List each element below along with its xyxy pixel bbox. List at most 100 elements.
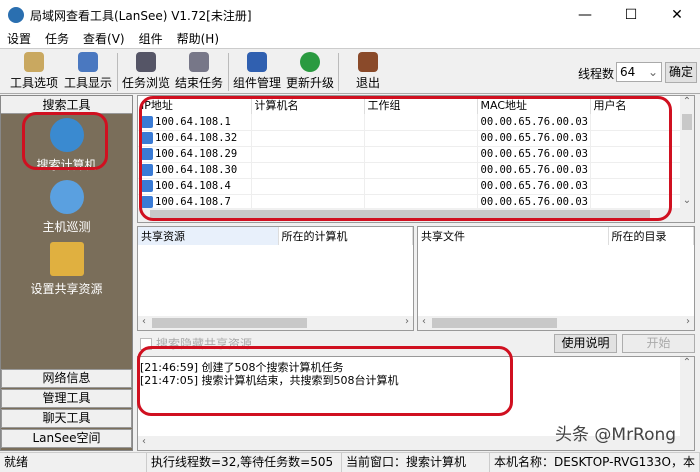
host-cell: 00.00.65.76.00.03 — [477, 162, 591, 179]
label: 搜索计算机 — [36, 158, 97, 172]
host-row[interactable]: 100.64.108.32 00.00.65.76.00.03 — [138, 130, 694, 147]
separator — [117, 53, 118, 91]
shares-list: 共享资源 所在的计算机 ‹ › — [137, 226, 414, 331]
chat-tools-button[interactable]: 聊天工具 — [1, 409, 132, 428]
tool-display-button[interactable]: 工具显示 — [62, 52, 114, 91]
threads-label: 线程数 — [578, 67, 615, 81]
host-probe-item[interactable]: 主机巡测 — [1, 180, 132, 235]
host-cell — [364, 114, 478, 131]
cell-text: 100.64.108.4 — [155, 180, 231, 192]
threads-select[interactable]: 64 ⌄ — [616, 62, 662, 82]
host-table: IP地址 计算机名 工作组 MAC地址 用户名 100.64.108.1 00.00.65.… — [138, 96, 694, 211]
label: 工具选项 — [9, 76, 58, 90]
window-title: 局域网查看工具(LanSee) V1.72[未注册] — [30, 8, 252, 23]
options-icon — [24, 52, 44, 72]
cell-text: 00.00.65.76.00.03 — [480, 164, 588, 176]
host-cell — [251, 130, 365, 147]
host-cell: 100.64.108.32 — [138, 130, 252, 147]
task-browse-button[interactable]: 任务浏览 — [120, 52, 172, 91]
menu-bar: 设置 任务 查看(V) 组件 帮助(H) — [0, 30, 700, 48]
update-button[interactable]: 更新升级 — [284, 52, 336, 91]
cell-text: 100.64.108.29 — [155, 148, 238, 160]
host-cell — [590, 114, 694, 131]
host-cell: 00.00.65.76.00.03 — [477, 114, 591, 131]
close-button[interactable]: ✕ — [654, 0, 700, 30]
computer-icon — [141, 132, 153, 144]
exit-button[interactable]: 退出 — [342, 52, 394, 91]
vertical-scrollbar[interactable]: ⌃ — [680, 357, 694, 436]
col-share-host[interactable]: 所在的计算机 — [278, 227, 413, 245]
separator — [338, 53, 339, 91]
help-button[interactable]: 使用说明 — [554, 334, 617, 353]
host-cell: 100.64.108.1 — [138, 114, 252, 131]
host-cell — [364, 146, 478, 163]
maximize-button[interactable]: ☐ — [608, 0, 654, 30]
exit-icon — [358, 52, 378, 72]
files-list: 共享文件 所在的目录 ‹ › — [417, 226, 695, 331]
host-cell — [590, 178, 694, 195]
col-shared-file[interactable]: 共享文件 — [418, 227, 609, 245]
start-button[interactable]: 开始 — [622, 334, 695, 353]
host-row[interactable]: 100.64.108.1 00.00.65.76.00.03 — [138, 114, 694, 131]
app-icon — [8, 7, 24, 23]
separator — [228, 53, 229, 91]
search-tools-header[interactable]: 搜索工具 — [1, 96, 132, 114]
label: 更新升级 — [285, 76, 334, 90]
label: 工具显示 — [63, 76, 112, 90]
column-header[interactable]: IP地址 — [138, 96, 252, 114]
label: 退出 — [355, 76, 380, 90]
host-cell: 00.00.65.76.00.03 — [477, 130, 591, 147]
computer-icon — [141, 148, 153, 160]
manage-tools-button[interactable]: 管理工具 — [1, 389, 132, 408]
vertical-scrollbar[interactable]: ⌃ ⌄ — [680, 96, 694, 222]
checkbox[interactable] — [140, 337, 152, 350]
hidden-share-checkbox[interactable]: 搜索隐藏共享资源 — [140, 335, 252, 352]
column-header[interactable]: MAC地址 — [477, 96, 591, 114]
label: 主机巡测 — [42, 220, 91, 234]
menu-help[interactable]: 帮助(H) — [170, 30, 226, 48]
network-info-button[interactable]: 网络信息 — [1, 369, 132, 388]
tool-options-button[interactable]: 工具选项 — [8, 52, 60, 91]
host-row[interactable]: 100.64.108.29 00.00.65.76.00.03 — [138, 146, 694, 163]
computer-icon — [141, 115, 153, 128]
cell-text: 00.00.65.76.00.03 — [480, 180, 588, 192]
log-line: [21:46:59] 创建了508个搜索计算机任务 — [140, 361, 344, 374]
confirm-button[interactable]: 确定 — [665, 62, 697, 83]
cell-text: 00.00.65.76.00.03 — [480, 115, 588, 128]
computer-icon — [141, 196, 153, 208]
computer-icon — [49, 118, 84, 152]
col-share[interactable]: 共享资源 — [138, 227, 279, 245]
host-cell — [590, 146, 694, 163]
host-cell — [364, 130, 478, 147]
end-task-button[interactable]: 结束任务 — [173, 52, 225, 91]
host-cell — [251, 178, 365, 195]
component-icon — [247, 52, 267, 72]
label: 结束任务 — [174, 76, 223, 90]
component-manage-button[interactable]: 组件管理 — [231, 52, 283, 91]
horizontal-scrollbar[interactable]: ‹ › — [418, 316, 694, 330]
label: 组件管理 — [232, 76, 281, 90]
host-cell: 100.64.108.29 — [138, 146, 252, 163]
cell-text: 00.00.65.76.00.03 — [480, 148, 588, 160]
display-icon — [78, 52, 98, 72]
lansee-space-button[interactable]: LanSee空间 — [1, 429, 132, 448]
host-row[interactable]: 100.64.108.30 00.00.65.76.00.03 — [138, 162, 694, 179]
menu-view[interactable]: 查看(V) — [76, 30, 132, 48]
menu-settings[interactable]: 设置 — [0, 30, 38, 48]
column-header[interactable]: 用户名 — [590, 96, 694, 114]
menu-component[interactable]: 组件 — [132, 30, 170, 48]
chevron-down-icon: ⌄ — [647, 65, 658, 79]
host-row[interactable]: 100.64.108.4 00.00.65.76.00.03 — [138, 178, 694, 195]
share-setup-item[interactable]: 设置共享资源 — [1, 242, 132, 297]
horizontal-scrollbar[interactable] — [138, 208, 680, 222]
cell-text: 100.64.108.32 — [155, 132, 238, 144]
search-computer-item[interactable]: 搜索计算机 — [1, 118, 132, 173]
col-directory[interactable]: 所在的目录 — [608, 227, 694, 245]
label: 任务浏览 — [121, 76, 170, 90]
horizontal-scrollbar[interactable]: ‹ › — [138, 316, 413, 330]
host-cell: 100.64.108.4 — [138, 178, 252, 195]
menu-task[interactable]: 任务 — [38, 30, 76, 48]
minimize-button[interactable]: — — [562, 0, 608, 30]
column-header[interactable]: 计算机名 — [251, 96, 365, 114]
column-header[interactable]: 工作组 — [364, 96, 478, 114]
